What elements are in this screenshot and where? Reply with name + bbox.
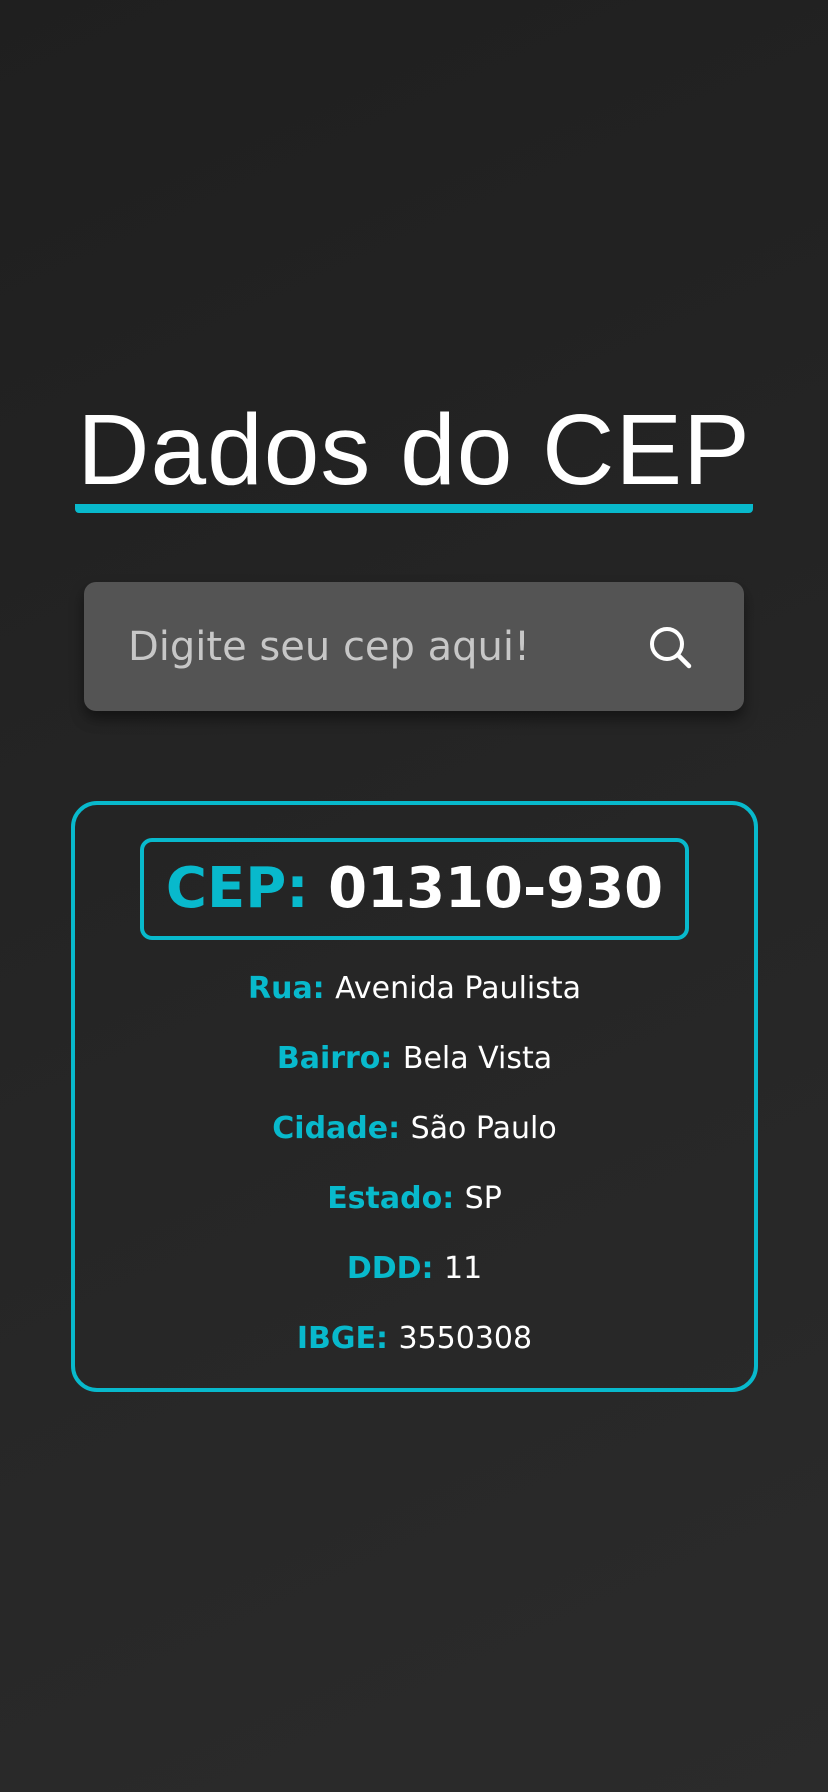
search-button[interactable] xyxy=(640,617,700,677)
search-bar xyxy=(84,582,744,711)
field-label: Estado: xyxy=(327,1181,465,1216)
address-fields: Rua: Avenida Paulista Bairro: Bela Vista… xyxy=(75,954,754,1374)
field-label: Cidade: xyxy=(272,1111,411,1146)
cep-value: 01310-930 xyxy=(328,856,664,921)
search-icon xyxy=(650,626,692,668)
title-container: Dados do CEP xyxy=(0,400,828,513)
field-label: Rua: xyxy=(247,971,336,1006)
field-cidade: Cidade: São Paulo xyxy=(75,1094,754,1164)
cep-heading: CEP: 01310-930 xyxy=(139,838,690,940)
cep-label: CEP: xyxy=(165,856,329,921)
cep-search-input[interactable] xyxy=(128,623,620,670)
field-estado: Estado: SP xyxy=(75,1164,754,1234)
field-value: SP xyxy=(464,1181,502,1216)
field-value: 11 xyxy=(443,1251,483,1286)
page-title: Dados do CEP xyxy=(75,400,753,513)
field-value: Bela Vista xyxy=(402,1041,553,1076)
field-label: DDD: xyxy=(346,1251,444,1286)
field-bairro: Bairro: Bela Vista xyxy=(75,1024,754,1094)
field-ddd: DDD: 11 xyxy=(75,1234,754,1304)
page: Dados do CEP CEP: 01310-930 Rua: Avenida… xyxy=(0,0,828,1792)
field-value: São Paulo xyxy=(410,1111,557,1146)
field-value: Avenida Paulista xyxy=(335,971,582,1006)
field-value: 3550308 xyxy=(398,1321,533,1356)
field-rua: Rua: Avenida Paulista xyxy=(75,954,754,1024)
field-label: IBGE: xyxy=(296,1321,399,1356)
field-label: Bairro: xyxy=(276,1041,403,1076)
cep-result-card: CEP: 01310-930 Rua: Avenida Paulista Bai… xyxy=(71,801,758,1392)
field-ibge: IBGE: 3550308 xyxy=(75,1304,754,1374)
